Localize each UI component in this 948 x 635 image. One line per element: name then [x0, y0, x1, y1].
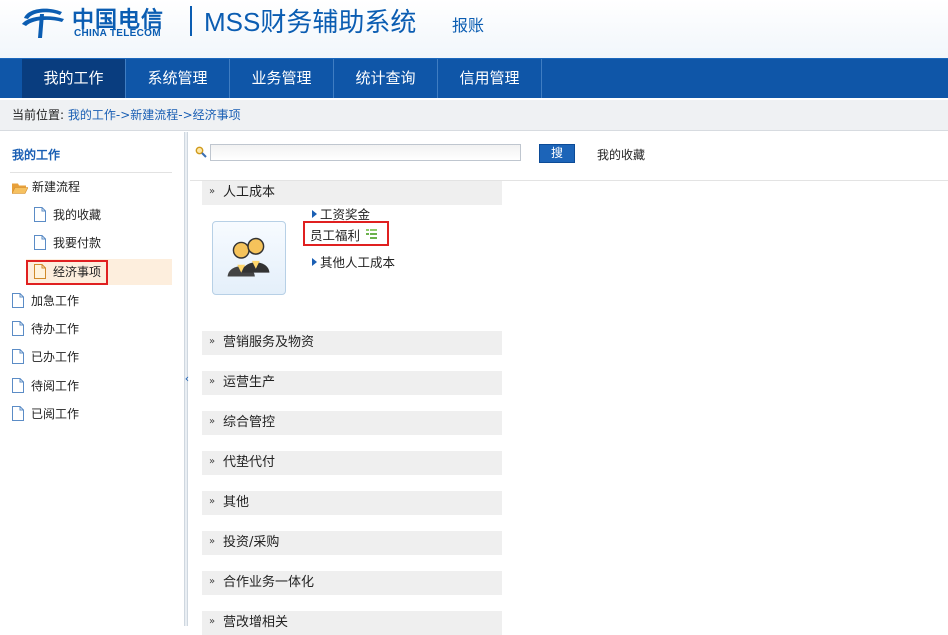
- document-icon: [12, 349, 24, 364]
- category-cooperative-business[interactable]: » 合作业务一体化: [202, 571, 502, 595]
- sidebar-item-label: 待阅工作: [31, 379, 80, 393]
- double-chevron-icon: »: [209, 576, 216, 587]
- sidebar-rule: [10, 172, 172, 173]
- tab-credit-management[interactable]: 信用管理: [438, 59, 542, 98]
- app-header: 中国电信 CHINA TELECOM MSS财务辅助系统 报账: [0, 0, 948, 58]
- category-label: 综合管控: [223, 415, 276, 430]
- triangle-right-icon: [312, 258, 317, 266]
- sidebar-item-done-work[interactable]: 已办工作: [12, 344, 172, 370]
- breadcrumb: 当前位置: 我的工作->新建流程->经济事项: [0, 100, 948, 131]
- header-separator: [190, 6, 192, 36]
- top-nav: 我的工作 系统管理 业务管理 统计查询 信用管理: [0, 58, 948, 98]
- category-operations-production[interactable]: » 运营生产: [202, 371, 502, 395]
- category-label: 其他: [223, 495, 250, 510]
- search-button[interactable]: 搜: [539, 144, 575, 163]
- category-label: 营改增相关: [223, 615, 289, 630]
- sub-item-label: 工资奖金: [320, 207, 371, 222]
- sub-item-employee-welfare[interactable]: 员工福利: [303, 221, 389, 246]
- triangle-right-icon: [312, 210, 317, 218]
- sidebar-item-my-favorites[interactable]: 我的收藏: [34, 202, 172, 228]
- tab-statistics-query[interactable]: 统计查询: [334, 59, 438, 98]
- tab-business-management[interactable]: 业务管理: [230, 59, 334, 98]
- folder-open-icon: [12, 183, 28, 194]
- system-subtitle: 报账: [452, 16, 485, 35]
- document-icon: [12, 378, 24, 393]
- document-icon: [12, 293, 24, 308]
- category-other[interactable]: » 其他: [202, 491, 502, 515]
- sidebar-item-new-process[interactable]: 新建流程: [12, 174, 172, 200]
- sidebar-item-label: 加急工作: [31, 294, 80, 308]
- category-marketing-materials[interactable]: » 营销服务及物资: [202, 331, 502, 355]
- double-chevron-icon: »: [209, 616, 216, 627]
- tab-system-management[interactable]: 系统管理: [126, 59, 230, 98]
- sidebar-item-urgent-work[interactable]: 加急工作: [12, 288, 172, 314]
- search-input[interactable]: [210, 144, 521, 161]
- double-chevron-icon: »: [209, 416, 216, 427]
- category-general-control[interactable]: » 综合管控: [202, 411, 502, 435]
- double-chevron-icon: »: [209, 376, 216, 387]
- labor-cost-avatar: [212, 221, 286, 295]
- double-chevron-icon: »: [209, 536, 216, 547]
- sidebar-title[interactable]: 我的工作: [0, 132, 184, 172]
- tab-my-work[interactable]: 我的工作: [22, 59, 126, 98]
- sidebar-item-label: 经济事项: [53, 265, 102, 279]
- sidebar-item-label: 我要付款: [53, 236, 102, 250]
- sidebar-item-label: 我的收藏: [53, 208, 102, 222]
- document-icon: [34, 207, 46, 222]
- category-advance-payment[interactable]: » 代垫代付: [202, 451, 502, 475]
- category-label: 投资/采购: [223, 535, 280, 550]
- sidebar-item-label: 待办工作: [31, 322, 80, 336]
- sidebar-item-pending-work[interactable]: 待办工作: [12, 316, 172, 342]
- double-chevron-icon: »: [209, 336, 216, 347]
- document-icon: [12, 406, 24, 421]
- double-chevron-icon: »: [209, 186, 216, 197]
- category-label: 代垫代付: [223, 455, 276, 470]
- sidebar-item-economic-matters[interactable]: 经济事项: [26, 259, 172, 285]
- sub-item-label: 其他人工成本: [320, 255, 396, 270]
- my-favorites-link[interactable]: 我的收藏: [597, 146, 645, 163]
- sidebar-item-to-read-work[interactable]: 待阅工作: [12, 373, 172, 399]
- china-telecom-logo: 中国电信 CHINA TELECOM: [18, 4, 178, 40]
- telecom-logo-mark-icon: [22, 8, 64, 38]
- users-icon: [227, 237, 270, 277]
- breadcrumb-path[interactable]: 我的工作->新建流程->经济事项: [68, 108, 241, 122]
- sidebar-item-label: 已阅工作: [31, 407, 80, 421]
- sidebar: 我的工作 新建流程 我的收藏 我要付款 经济事项 加急工作 待办工作 已办工作 …: [0, 132, 184, 626]
- sidebar-item-label: 已办工作: [31, 350, 80, 364]
- sub-item-other-labor-cost[interactable]: 其他人工成本: [312, 252, 395, 271]
- document-icon: [34, 264, 46, 279]
- double-chevron-icon: »: [209, 456, 216, 467]
- document-icon: [34, 235, 46, 250]
- category-label: 运营生产: [223, 375, 276, 390]
- list-icon: [366, 229, 377, 239]
- sidebar-item-make-payment[interactable]: 我要付款: [34, 230, 172, 256]
- document-icon: [12, 321, 24, 336]
- double-chevron-icon: »: [209, 496, 216, 507]
- search-icon: [195, 146, 207, 158]
- category-vat-reform[interactable]: » 营改增相关: [202, 611, 502, 635]
- sidebar-item-read-work[interactable]: 已阅工作: [12, 401, 172, 427]
- category-label: 营销服务及物资: [223, 335, 315, 350]
- logo-english-text: CHINA TELECOM: [74, 28, 161, 39]
- sidebar-item-label: 新建流程: [32, 180, 81, 194]
- category-label: 合作业务一体化: [223, 575, 315, 590]
- category-investment-procurement[interactable]: » 投资/采购: [202, 531, 502, 555]
- main-content: 搜 我的收藏 » 人工成本 工资奖金 员工福利 其他人工成本 » 营销服务及物资…: [190, 132, 948, 635]
- system-title: MSS财务辅助系统: [204, 7, 417, 37]
- category-labor-cost[interactable]: » 人工成本: [202, 181, 502, 205]
- sub-item-label: 员工福利: [310, 228, 361, 243]
- category-label: 人工成本: [223, 185, 276, 200]
- breadcrumb-prefix: 当前位置:: [12, 108, 65, 122]
